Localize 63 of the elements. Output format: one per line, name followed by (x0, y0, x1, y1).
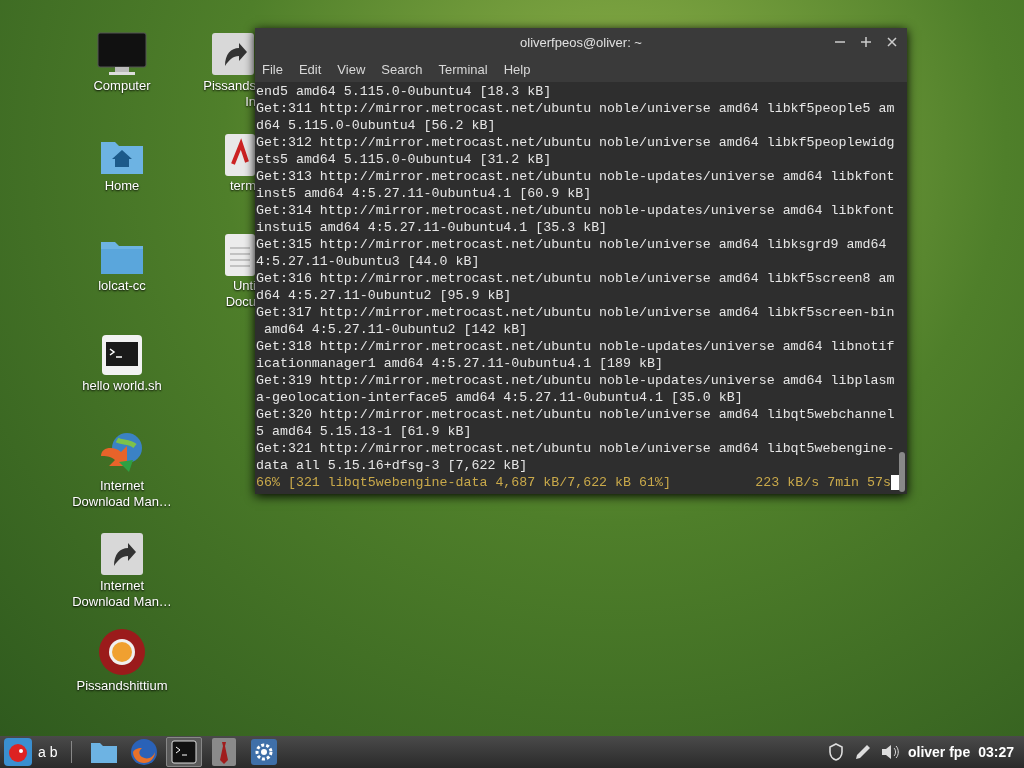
terminal-output-line: Get:315 http://mirror.metrocast.net/ubuntu noble/universe amd64 libksgrd9 amd64 (256, 236, 887, 253)
desktop-icon-label[interactable]: Unti (232, 278, 256, 294)
folder-icon (90, 740, 119, 764)
terminal-output-line: a-geolocation-interface5 amd64 4:5.27.11-0ubuntu4.1 [35.0 kB] (256, 389, 743, 406)
terminal-output-line: ets5 amd64 5.115.0-0ubuntu4 [31.2 kB] (256, 151, 552, 168)
terminal-output-line: data all 5.15.16+dfsg-3 [7,622 kB] (256, 457, 528, 474)
terminal-output-line: 4:5.27.11-0ubuntu3 [44.0 kB] (256, 253, 480, 270)
browser-icon (98, 628, 146, 676)
monitor-icon (97, 32, 147, 76)
menu-item[interactable]: Help (503, 60, 531, 80)
terminal-output-line: Get:314 http://mirror.metrocast.net/ubuntu noble-updates/universe amd64 libkfont (256, 202, 895, 219)
firefox-icon (130, 738, 159, 766)
terminal-output-line: Get:313 http://mirror.metrocast.net/ubuntu noble-updates/universe amd64 libkfont (256, 168, 895, 185)
desktop-icon-label[interactable]: Internet Download Man… (70, 578, 174, 610)
desktop-icon-label[interactable]: Home (70, 178, 174, 194)
close-icon[interactable] (885, 35, 899, 49)
terminal-output-line: end5 amd64 5.115.0-0ubuntu4 [18.3 kB] (256, 83, 552, 99)
pen-icon[interactable] (853, 743, 872, 761)
terminal-icon (171, 740, 198, 764)
menu-item[interactable]: Edit (298, 60, 322, 80)
terminal-output-line: Get:317 http://mirror.metrocast.net/ubuntu noble/universe amd64 libkf5screen-bin (256, 304, 895, 321)
menu-item[interactable]: Search (381, 60, 423, 80)
terminal-output-line: amd64 4:5.27.11-0ubuntu2 [142 kB] (262, 321, 528, 338)
terminal-output-line: d64 4:5.27.11-0ubuntu2 [95.9 kB] (256, 287, 512, 304)
terminal-output-line: Get:318 http://mirror.metrocast.net/ubuntu noble-updates/universe amd64 libnotif (256, 338, 895, 355)
menu-item[interactable]: File (262, 60, 283, 80)
terminal-output-line: Get:312 http://mirror.metrocast.net/ubuntu noble/universe amd64 libkf5peoplewidg (256, 134, 895, 151)
taskbar-app-button[interactable] (166, 737, 203, 767)
terminal-output-line: d64 5.115.0-0ubuntu4 [56.2 kB] (256, 117, 496, 134)
terminal-output-line: Get:319 http://mirror.metrocast.net/ubuntu noble-updates/universe amd64 libplasm (256, 372, 895, 389)
terminal-output-line: Get:320 http://mirror.metrocast.net/ubuntu noble/universe amd64 libqt5webchannel (256, 406, 895, 423)
settings-icon (251, 739, 278, 765)
shield-icon[interactable] (827, 743, 844, 761)
desktop-icon-label[interactable]: Internet Download Man… (70, 478, 174, 510)
terminal-output-line: inst5 amd64 4:5.27.11-0ubuntu4.1 [60.9 kB] (256, 185, 592, 202)
desktop-icon-label[interactable]: Pissandshittium (70, 678, 174, 694)
menu-item[interactable]: Terminal (438, 60, 488, 80)
progress-status: 66% [321 libqt5webengine-data 4,687 kB/7,622 kB 61%] (256, 474, 671, 491)
maximize-icon[interactable] (859, 35, 873, 49)
document-icon (225, 234, 255, 276)
terminal-output-line: instui5 amd64 4:5.27.11-0ubuntu4.1 [35.3 kB] (256, 219, 608, 236)
desktop-icon-label[interactable]: term (230, 178, 256, 194)
terminal-script-icon (101, 334, 143, 376)
menu-item[interactable]: View (337, 60, 366, 80)
terminal-output-line: 5 amd64 5.15.13-1 [61.9 kB] (256, 423, 472, 440)
desktop-icon-label[interactable]: Computer (70, 78, 174, 94)
terminal-output-line: Get:311 http://mirror.metrocast.net/ubuntu noble/universe amd64 libkf5people5 am (256, 101, 895, 117)
desktop-icon-label[interactable]: lolcat-cc (70, 278, 174, 294)
tie-icon (212, 738, 237, 766)
volume-icon[interactable] (879, 743, 900, 761)
desktop-icon-label[interactable]: Pissands (203, 78, 256, 94)
window-title: oliverfpeos@oliver: ~ (520, 34, 642, 53)
text-cursor (891, 475, 899, 490)
terminal-output-line: Get:316 http://mirror.metrocast.net/ubuntu noble/universe amd64 libkf5screen8 am (256, 270, 895, 287)
document-icon (225, 134, 255, 176)
terminal-output-line: Get:321 http://mirror.metrocast.net/ubuntu noble/universe amd64 libqt5webengine- (256, 440, 895, 457)
download-speed: 223 kB/s 7min 57s (755, 474, 891, 491)
clock[interactable]: 03:27 (978, 741, 1014, 763)
terminal-output-line: icationmanager1 amd64 4:5.27.11-0ubuntu4.1 [189 kB] (256, 355, 663, 372)
user-name[interactable]: oliver fpe (907, 741, 971, 763)
desktop-icon-label[interactable]: hello world.sh (70, 378, 174, 394)
menu-label[interactable]: a b (38, 741, 58, 763)
desktop-icon-label[interactable]: Docu (225, 294, 256, 310)
